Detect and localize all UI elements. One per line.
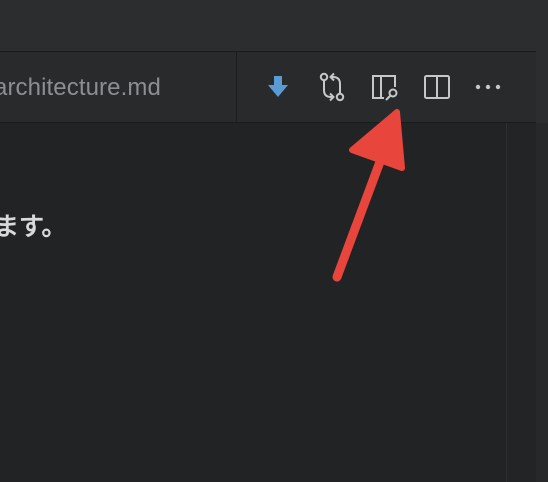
title-strip (0, 0, 548, 51)
tab-architecture-md[interactable]: architecture.md (0, 52, 237, 122)
split-editor-button[interactable] (419, 69, 455, 105)
open-preview-button[interactable] (367, 69, 403, 105)
tab-bar-edge (536, 51, 548, 123)
download-icon (268, 76, 288, 97)
open-preview-icon (372, 75, 398, 101)
more-actions-icon (475, 84, 501, 90)
editor-tab-bar: architecture.md (0, 51, 536, 123)
source-control-compare-icon (319, 72, 345, 102)
editor-text-line: ます。 (0, 213, 67, 241)
editor-content[interactable]: ます。 (0, 123, 506, 482)
download-button[interactable] (260, 69, 296, 105)
minimap-scrollbar[interactable] (506, 123, 536, 482)
tab-title: architecture.md (0, 74, 161, 101)
split-editor-icon (424, 75, 450, 99)
editor-window: architecture.md ます。 (0, 0, 548, 482)
more-actions-button[interactable] (470, 69, 506, 105)
compare-changes-button[interactable] (314, 69, 350, 105)
right-pane-edge (536, 123, 548, 482)
